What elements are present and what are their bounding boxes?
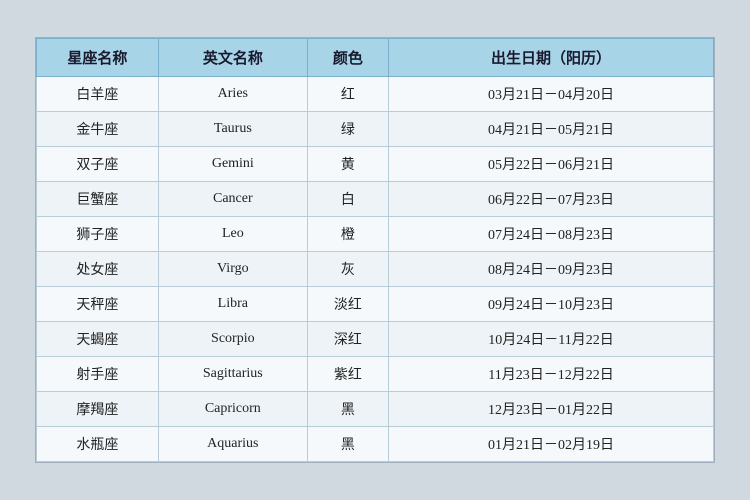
zodiac-table-container: 星座名称 英文名称 颜色 出生日期（阳历） 白羊座Aries红03月21日－04… <box>35 37 715 463</box>
cell-color: 灰 <box>307 252 388 287</box>
cell-date: 01月21日－02月19日 <box>389 427 714 462</box>
cell-english: Gemini <box>158 147 307 182</box>
cell-english: Cancer <box>158 182 307 217</box>
zodiac-table: 星座名称 英文名称 颜色 出生日期（阳历） 白羊座Aries红03月21日－04… <box>36 38 714 462</box>
cell-chinese: 狮子座 <box>37 217 159 252</box>
table-row: 巨蟹座Cancer白06月22日－07月23日 <box>37 182 714 217</box>
cell-date: 09月24日－10月23日 <box>389 287 714 322</box>
table-row: 天秤座Libra淡红09月24日－10月23日 <box>37 287 714 322</box>
cell-english: Aries <box>158 77 307 112</box>
cell-color: 黑 <box>307 427 388 462</box>
cell-english: Scorpio <box>158 322 307 357</box>
cell-chinese: 射手座 <box>37 357 159 392</box>
cell-date: 12月23日－01月22日 <box>389 392 714 427</box>
cell-chinese: 巨蟹座 <box>37 182 159 217</box>
cell-chinese: 白羊座 <box>37 77 159 112</box>
cell-english: Libra <box>158 287 307 322</box>
cell-english: Capricorn <box>158 392 307 427</box>
cell-english: Sagittarius <box>158 357 307 392</box>
cell-chinese: 天蝎座 <box>37 322 159 357</box>
header-date: 出生日期（阳历） <box>389 39 714 77</box>
cell-chinese: 金牛座 <box>37 112 159 147</box>
cell-color: 红 <box>307 77 388 112</box>
cell-date: 04月21日－05月21日 <box>389 112 714 147</box>
table-row: 处女座Virgo灰08月24日－09月23日 <box>37 252 714 287</box>
cell-color: 黄 <box>307 147 388 182</box>
cell-date: 08月24日－09月23日 <box>389 252 714 287</box>
table-row: 射手座Sagittarius紫红11月23日－12月22日 <box>37 357 714 392</box>
table-row: 双子座Gemini黄05月22日－06月21日 <box>37 147 714 182</box>
cell-english: Virgo <box>158 252 307 287</box>
header-english: 英文名称 <box>158 39 307 77</box>
cell-chinese: 摩羯座 <box>37 392 159 427</box>
cell-date: 06月22日－07月23日 <box>389 182 714 217</box>
table-row: 金牛座Taurus绿04月21日－05月21日 <box>37 112 714 147</box>
table-row: 水瓶座Aquarius黑01月21日－02月19日 <box>37 427 714 462</box>
cell-chinese: 水瓶座 <box>37 427 159 462</box>
table-header-row: 星座名称 英文名称 颜色 出生日期（阳历） <box>37 39 714 77</box>
cell-chinese: 天秤座 <box>37 287 159 322</box>
cell-color: 白 <box>307 182 388 217</box>
table-row: 白羊座Aries红03月21日－04月20日 <box>37 77 714 112</box>
cell-color: 淡红 <box>307 287 388 322</box>
cell-date: 05月22日－06月21日 <box>389 147 714 182</box>
cell-color: 紫红 <box>307 357 388 392</box>
cell-date: 03月21日－04月20日 <box>389 77 714 112</box>
table-row: 天蝎座Scorpio深红10月24日－11月22日 <box>37 322 714 357</box>
cell-english: Taurus <box>158 112 307 147</box>
cell-chinese: 双子座 <box>37 147 159 182</box>
cell-color: 黑 <box>307 392 388 427</box>
cell-color: 深红 <box>307 322 388 357</box>
cell-english: Aquarius <box>158 427 307 462</box>
cell-english: Leo <box>158 217 307 252</box>
cell-date: 10月24日－11月22日 <box>389 322 714 357</box>
cell-color: 橙 <box>307 217 388 252</box>
table-row: 狮子座Leo橙07月24日－08月23日 <box>37 217 714 252</box>
cell-color: 绿 <box>307 112 388 147</box>
cell-chinese: 处女座 <box>37 252 159 287</box>
table-row: 摩羯座Capricorn黑12月23日－01月22日 <box>37 392 714 427</box>
header-chinese: 星座名称 <box>37 39 159 77</box>
header-color: 颜色 <box>307 39 388 77</box>
cell-date: 11月23日－12月22日 <box>389 357 714 392</box>
cell-date: 07月24日－08月23日 <box>389 217 714 252</box>
